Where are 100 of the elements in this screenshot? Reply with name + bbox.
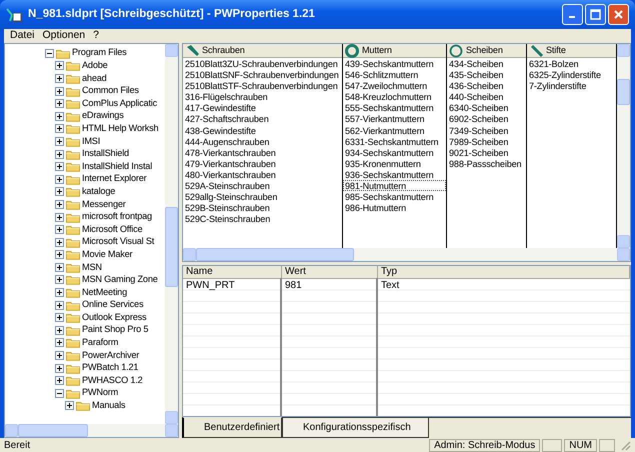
menu-item[interactable]: Datei: [6, 28, 39, 44]
list-item[interactable]: 6340-Scheiben: [447, 102, 526, 114]
tree-item[interactable]: Paraform: [82, 336, 118, 350]
tree-item[interactable]: microsoft frontpag: [82, 210, 152, 224]
list-item[interactable]: 6902-Scheiben: [447, 113, 526, 125]
list-item[interactable]: 557-Vierkantmuttern: [343, 113, 446, 125]
tab[interactable]: Benutzerdefiniert: [182, 417, 282, 438]
list-item[interactable]: 9021-Scheiben: [447, 146, 526, 158]
column-header[interactable]: Scheiben: [447, 44, 526, 58]
expand-icon[interactable]: [55, 288, 64, 298]
list-item[interactable]: 478-Vierkantschrauben: [183, 146, 342, 158]
expand-icon[interactable]: [55, 200, 64, 209]
menu-item[interactable]: ?: [89, 28, 103, 44]
expand-icon[interactable]: [65, 401, 74, 410]
expand-icon[interactable]: [55, 250, 64, 260]
tree-item[interactable]: Internet Explorer: [82, 172, 147, 186]
expand-icon[interactable]: [55, 326, 64, 335]
list-item[interactable]: 981-Nutmuttern: [343, 180, 446, 192]
vertical-scrollbar[interactable]: [617, 44, 630, 248]
tree-item[interactable]: eDrawings: [82, 109, 124, 124]
expand-icon[interactable]: [55, 238, 64, 247]
tree-item[interactable]: PowerArchiver: [82, 348, 140, 362]
expand-icon[interactable]: [55, 61, 64, 70]
expand-icon[interactable]: [55, 300, 64, 310]
horizontal-scrollbar[interactable]: [183, 248, 630, 261]
list-item[interactable]: 2510Blatt3ZU-Schraubenverbindungen: [183, 58, 342, 70]
list-item[interactable]: 529B-Steinschrauben: [183, 202, 342, 214]
expand-icon[interactable]: [55, 212, 64, 222]
list-item[interactable]: 479-Vierkantschrauben: [183, 158, 342, 169]
close-button[interactable]: [608, 4, 629, 25]
expand-icon[interactable]: [55, 124, 64, 134]
tree-item[interactable]: Online Services: [82, 298, 144, 312]
list-item[interactable]: 6331-Sechskantmuttern: [343, 136, 446, 147]
tree-item[interactable]: MSN: [82, 260, 102, 274]
minimize-button[interactable]: [562, 4, 583, 25]
tree-item[interactable]: ComPlus Applicatic: [82, 96, 158, 111]
maximize-button[interactable]: [585, 4, 606, 25]
tree-item[interactable]: Messenger: [82, 198, 126, 212]
list-item[interactable]: 417-Gewindestifte: [183, 102, 342, 114]
list-item[interactable]: 529C-Steinschrauben: [183, 213, 342, 224]
list-item[interactable]: 529A-Steinschrauben: [183, 180, 342, 192]
tree-item[interactable]: kataloge: [82, 184, 116, 199]
list-item[interactable]: 2510BlattSNF-Schraubenverbindungen: [183, 69, 342, 80]
column-header[interactable]: Wert: [282, 266, 378, 279]
expand-icon[interactable]: [55, 275, 64, 284]
column-header[interactable]: Typ: [378, 266, 630, 279]
expand-icon[interactable]: [55, 86, 64, 96]
tree-item[interactable]: InstallShield Instal: [82, 160, 152, 174]
list-item[interactable]: 439-Sechskantmuttern: [343, 58, 446, 70]
list-item[interactable]: 444-Augenschrauben: [183, 136, 342, 147]
list-item[interactable]: 547-Zweilochmuttern: [343, 80, 446, 92]
list-item[interactable]: 935-Kronenmuttern: [343, 158, 446, 169]
list-item[interactable]: 316-Flügelschrauben: [183, 91, 342, 102]
expand-icon[interactable]: [55, 351, 64, 360]
expand-icon[interactable]: [55, 187, 64, 196]
expand-icon[interactable]: [55, 174, 64, 184]
list-item[interactable]: 7989-Scheiben: [447, 136, 526, 147]
expand-icon[interactable]: [55, 162, 64, 172]
list-item[interactable]: 440-Scheiben: [447, 91, 526, 102]
list-item[interactable]: 480-Vierkantschrauben: [183, 168, 342, 180]
list-item[interactable]: 435-Scheiben: [447, 69, 526, 80]
expand-icon[interactable]: [55, 313, 64, 322]
expand-icon[interactable]: [55, 376, 64, 386]
resize-grip-icon[interactable]: [619, 439, 631, 451]
tree-item[interactable]: Program Files: [72, 46, 127, 60]
tree-item[interactable]: Manuals: [92, 399, 126, 413]
tree-item[interactable]: Movie Maker: [82, 248, 132, 262]
collapse-icon[interactable]: [55, 388, 64, 398]
column-header[interactable]: Stifte: [527, 44, 616, 58]
collapse-icon[interactable]: [45, 48, 54, 58]
list-item[interactable]: 548-Kreuzlochmuttern: [343, 91, 446, 102]
expand-icon[interactable]: [55, 99, 64, 108]
column-header[interactable]: Name: [183, 266, 282, 279]
tree-item[interactable]: ahead: [82, 72, 107, 86]
tree-item[interactable]: PWNorm: [82, 386, 118, 400]
list-item[interactable]: 934-Sechskantmuttern: [343, 146, 446, 158]
expand-icon[interactable]: [55, 74, 64, 83]
expand-icon[interactable]: [55, 150, 64, 159]
list-item[interactable]: 6321-Bolzen: [527, 58, 616, 70]
expand-icon[interactable]: [55, 225, 64, 234]
list-item[interactable]: 7349-Scheiben: [447, 124, 526, 136]
list-item[interactable]: 986-Hutmuttern: [343, 202, 446, 214]
tab[interactable]: Konfigurationsspezifisch: [282, 418, 429, 438]
list-item[interactable]: 436-Scheiben: [447, 80, 526, 92]
tree-item[interactable]: InstallShield: [82, 147, 129, 161]
expand-icon[interactable]: [55, 364, 64, 373]
tree-item[interactable]: HTML Help Worksh: [82, 122, 158, 136]
list-item[interactable]: 434-Scheiben: [447, 58, 526, 70]
list-item[interactable]: 6325-Zylinderstifte: [527, 69, 616, 80]
list-item[interactable]: 562-Vierkantmuttern: [343, 124, 446, 136]
list-item[interactable]: 529allg-Steinschrauben: [183, 191, 342, 202]
tree-item[interactable]: Adobe: [82, 59, 108, 73]
list-item[interactable]: 546-Schlitzmuttern: [343, 69, 446, 80]
tree-item[interactable]: IMSI: [82, 134, 100, 148]
column-header[interactable]: Schrauben: [183, 44, 342, 58]
list-item[interactable]: 985-Sechskantmuttern: [343, 191, 446, 202]
list-item[interactable]: 936-Sechskantmuttern: [343, 168, 446, 180]
tree-item[interactable]: Paint Shop Pro 5: [82, 323, 148, 338]
horizontal-scrollbar[interactable]: [5, 424, 178, 437]
list-item[interactable]: 2510BlattSTF-Schraubenverbindungen: [183, 80, 342, 92]
